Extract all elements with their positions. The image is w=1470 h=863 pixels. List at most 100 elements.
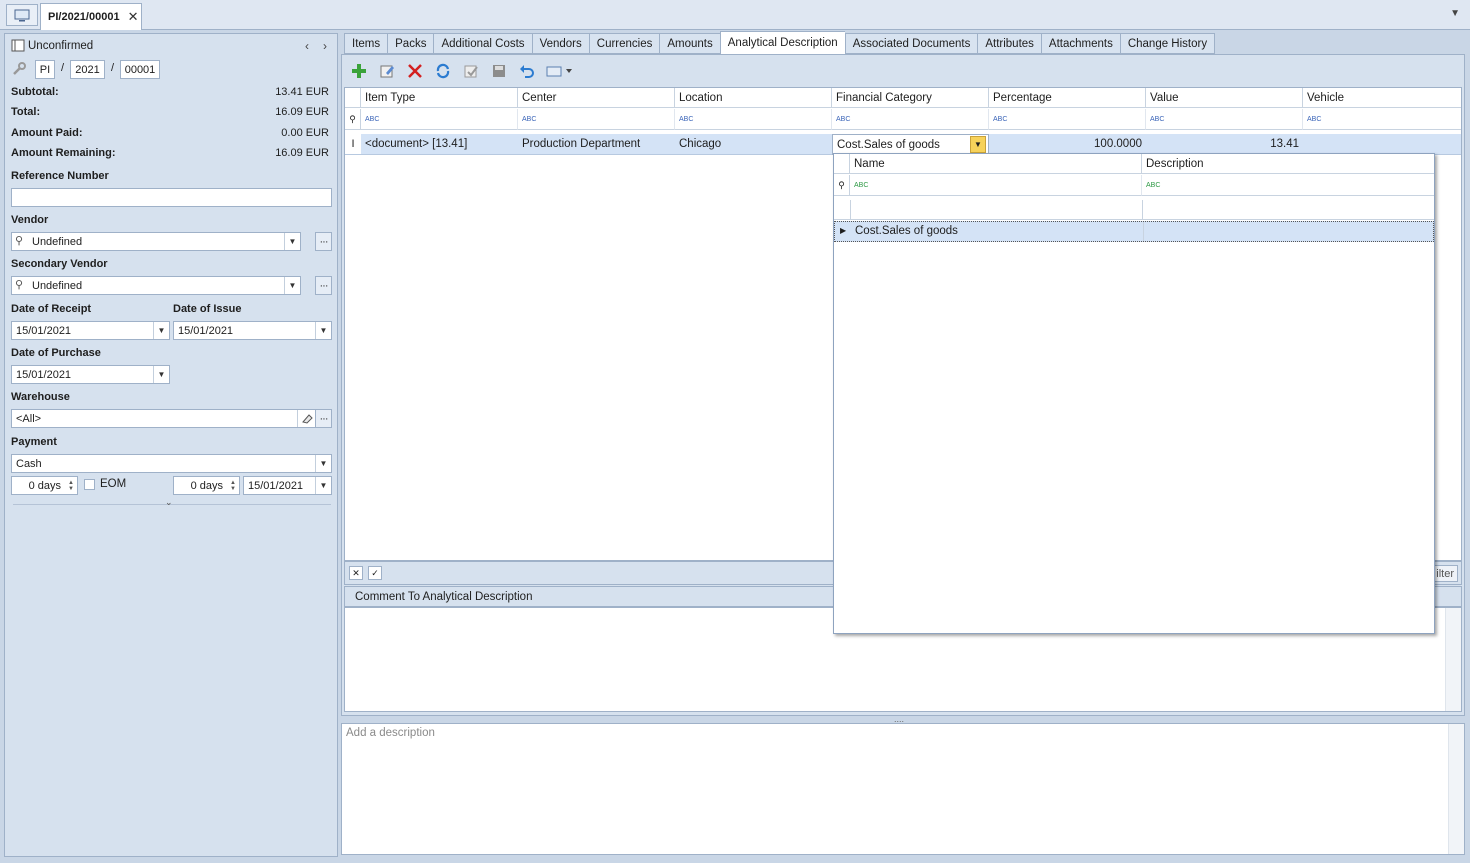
- column-header-center[interactable]: Center: [518, 88, 675, 108]
- tab-attributes[interactable]: Attributes: [977, 33, 1041, 54]
- chevron-left-icon[interactable]: ‹: [305, 39, 309, 53]
- column-header-vehicle[interactable]: Vehicle: [1303, 88, 1461, 108]
- chevron-down-icon[interactable]: ▼: [970, 136, 986, 153]
- date-of-issue-picker[interactable]: 15/01/2021 ▼: [173, 321, 332, 340]
- tab-vendors[interactable]: Vendors: [531, 33, 589, 54]
- comment-scrollbar[interactable]: [1445, 608, 1461, 711]
- summary-subtotal: Subtotal: 13.41 EUR: [11, 86, 329, 98]
- add-icon[interactable]: [348, 60, 370, 82]
- filter-pin-icon[interactable]: ⚲: [345, 109, 361, 130]
- popup-filter-description[interactable]: ABC: [1142, 175, 1434, 196]
- due-date-picker[interactable]: 15/01/2021 ▼: [243, 476, 332, 495]
- tab-amounts[interactable]: Amounts: [659, 33, 720, 54]
- wrench-icon[interactable]: [11, 61, 29, 77]
- date-of-issue-value: 15/01/2021: [178, 324, 234, 337]
- payment-days-stepper[interactable]: 0 days ▲ ▼: [11, 476, 78, 495]
- warehouse-value: <All>: [16, 412, 42, 425]
- popup-filter-name[interactable]: ABC: [850, 175, 1142, 196]
- chevron-down-icon[interactable]: ▼: [1450, 8, 1460, 19]
- save-icon[interactable]: [488, 60, 510, 82]
- cell-value[interactable]: 13.41: [1146, 134, 1303, 155]
- vendor-select[interactable]: ⚲ Undefined ▼: [11, 232, 301, 251]
- secondary-vendor-select[interactable]: ⚲ Undefined ▼: [11, 276, 301, 295]
- eraser-icon[interactable]: [297, 410, 315, 427]
- warehouse-more-button[interactable]: ···: [315, 409, 332, 428]
- delete-icon[interactable]: [404, 60, 426, 82]
- stepper-arrows-icon[interactable]: ▲ ▼: [227, 477, 239, 494]
- tab-items[interactable]: Items: [344, 33, 388, 54]
- popup-column-name[interactable]: Name: [850, 154, 1142, 174]
- column-header-percentage[interactable]: Percentage: [989, 88, 1146, 108]
- cell-location[interactable]: Chicago: [675, 134, 832, 155]
- home-button[interactable]: [6, 4, 38, 26]
- column-header-location[interactable]: Location: [675, 88, 832, 108]
- date-of-receipt-picker[interactable]: 15/01/2021 ▼: [11, 321, 170, 340]
- expand-chevron-icon[interactable]: ⌄: [165, 497, 173, 508]
- series-field[interactable]: PI: [35, 60, 55, 79]
- payment-select[interactable]: Cash ▼: [11, 454, 332, 473]
- popup-new-row[interactable]: [834, 200, 1434, 220]
- filter-pin-icon[interactable]: ⚲: [834, 175, 850, 196]
- eom-checkbox[interactable]: [84, 479, 95, 490]
- vendor-more-button[interactable]: ···: [315, 232, 332, 251]
- undo-icon[interactable]: [516, 60, 538, 82]
- date-of-purchase-value: 15/01/2021: [16, 368, 72, 381]
- filter-financial-category[interactable]: ABC: [832, 109, 989, 130]
- monitor-icon: [14, 9, 30, 21]
- chevron-right-icon[interactable]: ›: [323, 39, 327, 53]
- cell-item-type[interactable]: <document> [13.41]: [361, 134, 518, 155]
- number-field[interactable]: 00001: [120, 60, 160, 79]
- secondary-vendor-more-button[interactable]: ···: [315, 276, 332, 295]
- filter-vehicle[interactable]: ABC: [1303, 109, 1461, 130]
- chevron-down-icon[interactable]: ▼: [315, 477, 331, 494]
- due-days-stepper[interactable]: 0 days ▲ ▼: [173, 476, 240, 495]
- filter-center[interactable]: ABC: [518, 109, 675, 130]
- enable-filter-checkbox[interactable]: ✓: [368, 566, 382, 580]
- cell-vehicle[interactable]: [1303, 134, 1461, 155]
- chevron-down-icon[interactable]: ▼: [315, 455, 331, 472]
- warehouse-select[interactable]: <All>: [11, 409, 316, 428]
- tab-additional-costs[interactable]: Additional Costs: [433, 33, 532, 54]
- text-cursor-icon: I: [345, 134, 361, 155]
- edit-icon[interactable]: [376, 60, 398, 82]
- year-field[interactable]: 2021: [70, 60, 105, 79]
- clear-filter-icon[interactable]: ✕: [349, 566, 363, 580]
- chevron-down-icon[interactable]: ▼: [315, 322, 331, 339]
- tab-currencies[interactable]: Currencies: [588, 33, 660, 54]
- filter-item-type[interactable]: ABC: [361, 109, 518, 130]
- chevron-down-icon[interactable]: ▼: [153, 322, 169, 339]
- cell-percentage[interactable]: 100.0000: [989, 134, 1146, 155]
- filter-value[interactable]: ABC: [1146, 109, 1303, 130]
- filter-location[interactable]: ABC: [675, 109, 832, 130]
- filter-percentage[interactable]: ABC: [989, 109, 1146, 130]
- chevron-down-icon[interactable]: ▼: [153, 366, 169, 383]
- reference-number-input[interactable]: [11, 188, 332, 207]
- cell-center[interactable]: Production Department: [518, 134, 675, 155]
- tab-packs[interactable]: Packs: [387, 33, 434, 54]
- stepper-arrows-icon[interactable]: ▲ ▼: [65, 477, 77, 494]
- chevron-down-icon[interactable]: ▼: [284, 277, 300, 294]
- tab-analytical-description[interactable]: Analytical Description: [719, 31, 845, 54]
- tab-change-history[interactable]: Change History: [1119, 33, 1216, 54]
- tab-associated-documents[interactable]: Associated Documents: [844, 33, 978, 54]
- tab-document[interactable]: PI/2021/00001 ✕: [40, 3, 142, 30]
- eom-label: EOM: [100, 478, 127, 490]
- column-header-financial-category[interactable]: Financial Category: [832, 88, 989, 108]
- payment-label: Payment: [11, 436, 57, 448]
- description-scrollbar[interactable]: [1448, 724, 1464, 854]
- popup-column-description[interactable]: Description: [1142, 154, 1434, 174]
- cell-financial-category-editor[interactable]: Cost.Sales of goods ▼: [832, 134, 989, 155]
- search-icon: ⚲: [15, 235, 24, 247]
- approve-icon[interactable]: [460, 60, 482, 82]
- tab-attachments[interactable]: Attachments: [1040, 33, 1120, 54]
- column-header-item-type[interactable]: Item Type: [361, 88, 518, 108]
- close-icon[interactable]: ✕: [128, 9, 139, 25]
- chevron-down-icon[interactable]: ▼: [284, 233, 300, 250]
- view-options-icon[interactable]: [544, 60, 576, 82]
- date-of-purchase-picker[interactable]: 15/01/2021 ▼: [11, 365, 170, 384]
- refresh-icon[interactable]: [432, 60, 454, 82]
- grid-toolbar: [348, 60, 576, 82]
- description-textarea[interactable]: Add a description: [341, 723, 1465, 855]
- column-header-value[interactable]: Value: [1146, 88, 1303, 108]
- list-item[interactable]: ▶ Cost.Sales of goods: [834, 221, 1434, 242]
